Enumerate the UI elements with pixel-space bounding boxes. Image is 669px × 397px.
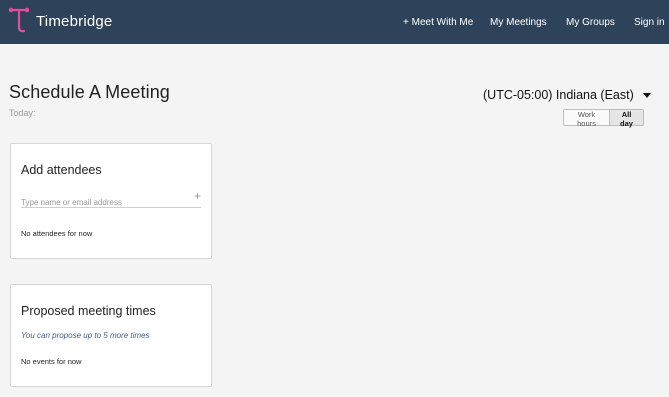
my-groups-link[interactable]: My Groups [566, 17, 615, 28]
timezone-label: (UTC-05:00) Indiana (East) [483, 88, 634, 102]
work-hours-button[interactable]: Work hours [563, 109, 610, 128]
my-meetings-link[interactable]: My Meetings [490, 17, 547, 28]
caret-down-icon [642, 92, 651, 98]
proposed-times-heading: Proposed meeting times [21, 304, 156, 318]
all-day-button[interactable]: All day [610, 109, 644, 128]
today-label: Today: [9, 108, 36, 118]
add-attendee-plus-icon[interactable]: + [194, 189, 201, 203]
meet-with-me-link[interactable]: + Meet With Me [403, 17, 473, 28]
top-navigation-bar: Timebridge + Meet With Me My Meetings My… [0, 0, 669, 44]
hours-toggle: Work hours All day [563, 109, 644, 128]
brand-name: Timebridge [36, 12, 113, 30]
add-attendees-heading: Add attendees [21, 163, 102, 177]
no-attendees-text: No attendees for now [21, 229, 93, 238]
sign-in-link[interactable]: Sign in [634, 17, 665, 28]
proposed-times-card: Proposed meeting times You can propose u… [10, 284, 212, 387]
attendee-input-wrapper: + [21, 189, 201, 209]
attendee-search-input[interactable] [21, 196, 186, 209]
propose-limit-note: You can propose up to 5 more times [21, 331, 150, 340]
timezone-selector[interactable]: (UTC-05:00) Indiana (East) [483, 88, 651, 102]
page-title: Schedule A Meeting [9, 82, 170, 102]
brand-logo[interactable]: Timebridge [8, 6, 112, 36]
add-attendees-card: Add attendees + No attendees for now [10, 143, 212, 259]
no-events-text: No events for now [21, 357, 82, 366]
timebridge-logo-icon [8, 7, 30, 33]
